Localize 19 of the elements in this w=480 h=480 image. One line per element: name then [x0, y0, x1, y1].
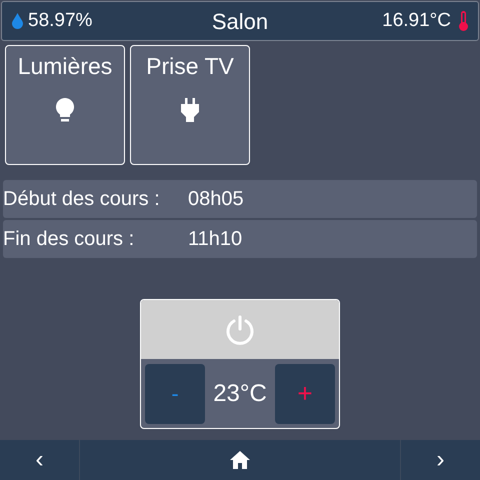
humidity-reading: 58.97%	[28, 8, 92, 33]
setpoint-temperature: 23°C	[213, 378, 267, 408]
schedule-time: 11h10	[188, 227, 242, 252]
temperature-reading: 16.91°C	[382, 8, 451, 33]
previous-button[interactable]: ‹	[0, 440, 80, 480]
plug-icon	[181, 98, 199, 122]
schedule-label: Fin des cours :	[3, 227, 136, 252]
power-button[interactable]	[141, 300, 339, 359]
droplet-icon	[12, 13, 23, 29]
light-bulb-icon	[55, 98, 75, 124]
device-tile[interactable]: Lumières	[5, 45, 125, 165]
next-button[interactable]: ›	[400, 440, 480, 480]
thermometer-icon	[459, 11, 468, 31]
room-title: Salon	[212, 8, 268, 36]
schedule-label: Début des cours :	[3, 187, 161, 212]
schedule-time: 08h05	[188, 187, 244, 212]
device-tile[interactable]: Prise TV	[130, 45, 250, 165]
home-icon	[230, 451, 250, 469]
power-icon	[225, 314, 255, 344]
